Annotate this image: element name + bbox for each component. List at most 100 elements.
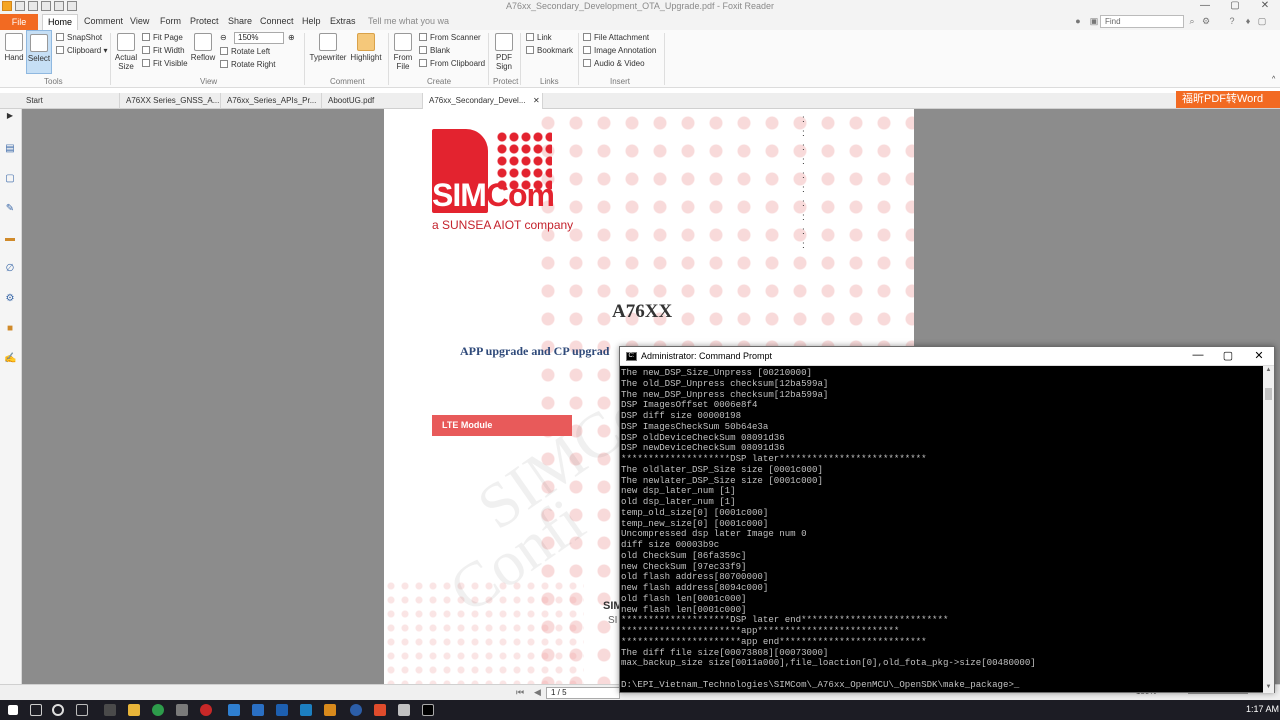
- menu-help[interactable]: Help: [302, 16, 321, 26]
- scroll-up-icon[interactable]: ▲: [1263, 367, 1274, 373]
- cmd-line: The oldlater_DSP_Size size [0001c000]: [621, 463, 823, 475]
- text-cursor-icon: [30, 34, 48, 52]
- help-icon[interactable]: ?: [1226, 15, 1238, 27]
- app-icon[interactable]: [104, 704, 116, 716]
- search-icon[interactable]: [30, 704, 42, 716]
- signature-icon[interactable]: ✍: [4, 353, 16, 365]
- menu-share[interactable]: Share: [228, 16, 252, 26]
- start-icon[interactable]: [8, 705, 18, 715]
- snapshot-button[interactable]: SnapShot: [56, 33, 102, 42]
- file-menu[interactable]: File: [0, 14, 38, 30]
- restore-ribbon-icon[interactable]: ▢: [1256, 15, 1268, 27]
- clock[interactable]: 1:17 AM: [1246, 704, 1279, 714]
- settings-icon[interactable]: ⚙: [1200, 15, 1212, 27]
- clipboard-button[interactable]: Clipboard ▾: [56, 46, 108, 55]
- previous-page-icon[interactable]: ◀: [534, 687, 541, 698]
- cmd-output[interactable]: The new_DSP_Size_Unpress [00210000] The o…: [621, 368, 1263, 692]
- from-scanner-button[interactable]: From Scanner: [419, 33, 481, 42]
- tab-start[interactable]: Start: [20, 93, 120, 109]
- fit-page-button[interactable]: Fit Page: [142, 33, 183, 42]
- app-icon[interactable]: [176, 704, 188, 716]
- close-tab-icon[interactable]: ✕: [533, 93, 540, 109]
- first-page-icon[interactable]: ⏮: [516, 687, 524, 698]
- app-icon[interactable]: [300, 704, 312, 716]
- link-button[interactable]: Link: [526, 33, 552, 42]
- blank-page-icon: [419, 46, 427, 54]
- cmd-scrollbar[interactable]: ▲ ▼: [1263, 366, 1274, 693]
- actual-size-button[interactable]: Actual Size: [114, 33, 138, 71]
- command-prompt-icon[interactable]: [422, 704, 434, 716]
- cmd-minimize-button[interactable]: —: [1183, 349, 1213, 361]
- attachments-icon[interactable]: ∅: [4, 263, 16, 275]
- collapse-ribbon-icon[interactable]: ^: [1272, 76, 1275, 83]
- foxit-icon[interactable]: [374, 704, 386, 716]
- cortana-icon[interactable]: [52, 704, 64, 716]
- bookmark-button[interactable]: Bookmark: [526, 46, 573, 55]
- chrome-icon[interactable]: [152, 704, 164, 716]
- from-clipboard-button[interactable]: From Clipboard: [419, 59, 485, 68]
- fit-visible-button[interactable]: Fit Visible: [142, 59, 188, 68]
- cmd-maximize-button[interactable]: ▢: [1213, 349, 1243, 362]
- app-icon[interactable]: [200, 704, 212, 716]
- hand-tool-button[interactable]: Hand: [3, 33, 25, 62]
- cmd-close-button[interactable]: ✕: [1244, 349, 1274, 362]
- pdf-to-word-banner[interactable]: 福昕PDF转Word: [1176, 91, 1280, 108]
- scroll-down-icon[interactable]: ▼: [1263, 684, 1274, 690]
- maximize-button[interactable]: ▢: [1220, 0, 1250, 11]
- menu-extras[interactable]: Extras: [330, 16, 356, 26]
- image-annotation-button[interactable]: Image Annotation: [583, 46, 656, 55]
- audio-video-button[interactable]: Audio & Video: [583, 59, 645, 68]
- zoom-in-icon[interactable]: ⊕: [288, 33, 295, 42]
- menu-protect[interactable]: Protect: [190, 16, 219, 26]
- task-view-icon[interactable]: [76, 704, 88, 716]
- lock-icon[interactable]: ■: [4, 323, 16, 335]
- minimize-button[interactable]: —: [1190, 0, 1220, 11]
- command-prompt-window[interactable]: C: Administrator: Command Prompt — ▢ ✕ T…: [619, 346, 1275, 693]
- word-icon[interactable]: [276, 704, 288, 716]
- tab-abootug[interactable]: AbootUG.pdf: [322, 93, 423, 109]
- menu-comment[interactable]: Comment: [84, 16, 123, 26]
- rotate-right-button[interactable]: Rotate Right: [220, 60, 275, 69]
- tell-me-input[interactable]: Tell me what you wa: [368, 16, 449, 26]
- pages-icon[interactable]: ▢: [4, 173, 16, 185]
- menu-home[interactable]: Home: [42, 14, 79, 30]
- scroll-thumb[interactable]: [1265, 388, 1272, 400]
- select-tool-button[interactable]: Select: [26, 30, 52, 74]
- rotate-left-button[interactable]: Rotate Left: [220, 47, 270, 56]
- menu-connect[interactable]: Connect: [260, 16, 294, 26]
- expand-panel-icon[interactable]: ▶: [4, 111, 16, 123]
- comments-icon[interactable]: ✎: [4, 203, 16, 215]
- menu-view[interactable]: View: [130, 16, 149, 26]
- typewriter-button[interactable]: Typewriter: [308, 33, 348, 62]
- blank-button[interactable]: Blank: [419, 46, 450, 55]
- zoom-select[interactable]: 150%: [234, 32, 284, 44]
- tab-gnss[interactable]: A76XX Series_GNSS_A...: [120, 93, 221, 109]
- find-input[interactable]: Find: [1100, 15, 1184, 28]
- app-icon[interactable]: [350, 704, 362, 716]
- from-file-button[interactable]: From File: [392, 33, 414, 71]
- highlight-button[interactable]: Highlight: [349, 33, 383, 62]
- page-number-input[interactable]: 1 / 5: [546, 687, 620, 699]
- tab-secondary-devel[interactable]: A76xx_Secondary_Devel... ✕: [423, 93, 543, 109]
- file-attachment-button[interactable]: File Attachment: [583, 33, 649, 42]
- vscode-icon[interactable]: [252, 704, 264, 716]
- close-button[interactable]: ✕: [1250, 0, 1280, 11]
- bookmarks-icon[interactable]: ▤: [4, 143, 16, 155]
- notification-icon[interactable]: ♦: [1242, 15, 1254, 27]
- menu-form[interactable]: Form: [160, 16, 181, 26]
- app-icon[interactable]: [228, 704, 240, 716]
- search-icon[interactable]: ⌕: [1186, 15, 1198, 27]
- account-icon[interactable]: ●: [1072, 15, 1084, 27]
- app-icon[interactable]: [324, 704, 336, 716]
- layers-icon[interactable]: ▬: [4, 233, 16, 245]
- reflow-button[interactable]: Reflow: [190, 33, 216, 62]
- fit-width-button[interactable]: Fit Width: [142, 46, 185, 55]
- cmd-title-bar[interactable]: C: Administrator: Command Prompt — ▢ ✕: [620, 347, 1274, 366]
- app-icon[interactable]: [398, 704, 410, 716]
- zoom-out-icon[interactable]: ⊖: [220, 33, 227, 42]
- skin-icon[interactable]: ▣: [1088, 15, 1100, 27]
- tab-apis[interactable]: A76xx_Series_APIs_Pr...: [221, 93, 322, 109]
- file-explorer-icon[interactable]: [128, 704, 140, 716]
- security-icon[interactable]: ⚙: [4, 293, 16, 305]
- pdf-sign-button[interactable]: PDF Sign: [492, 33, 516, 71]
